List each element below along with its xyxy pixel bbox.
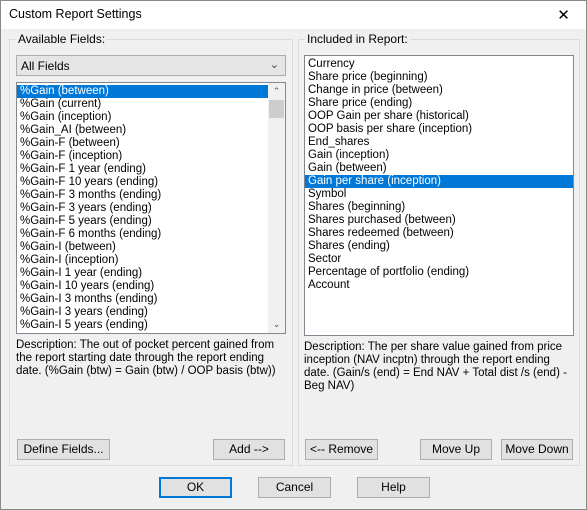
field-filter-dropdown[interactable]: All Fields ⌄ xyxy=(16,55,286,76)
list-item[interactable]: %Gain (inception) xyxy=(17,111,268,124)
move-down-button[interactable]: Move Down xyxy=(501,439,573,460)
list-item[interactable]: Gain per share (inception) xyxy=(305,175,573,188)
list-item[interactable]: %Gain-F 6 months (ending) xyxy=(17,228,268,241)
list-item[interactable]: Shares redeemed (between) xyxy=(305,227,573,240)
included-fields-label: Included in Report: xyxy=(305,32,410,46)
list-item[interactable]: %Gain-I 10 years (ending) xyxy=(17,280,268,293)
list-item[interactable]: Percentage of portfolio (ending) xyxy=(305,266,573,279)
chevron-down-icon: ⌄ xyxy=(269,59,279,71)
list-item[interactable]: Shares purchased (between) xyxy=(305,214,573,227)
add-button[interactable]: Add --> xyxy=(213,439,285,460)
move-up-button[interactable]: Move Up xyxy=(420,439,492,460)
list-item[interactable]: %Gain-I 3 years (ending) xyxy=(17,306,268,319)
list-item[interactable]: Gain (inception) xyxy=(305,149,573,162)
list-item[interactable]: %Gain-F 1 year (ending) xyxy=(17,163,268,176)
dialog-window: Custom Report Settings ✕ Available Field… xyxy=(0,0,587,510)
scroll-thumb[interactable] xyxy=(269,100,284,118)
list-item[interactable]: %Gain-F (inception) xyxy=(17,150,268,163)
list-item[interactable]: Symbol xyxy=(305,188,573,201)
window-title: Custom Report Settings xyxy=(9,7,142,21)
included-fields-list[interactable]: Currency Share price (beginning) Change in… xyxy=(304,55,574,336)
available-fields-label: Available Fields: xyxy=(16,32,108,46)
list-item[interactable]: Currency xyxy=(305,58,573,71)
define-fields-button[interactable]: Define Fields... xyxy=(17,439,110,460)
list-item[interactable]: %Gain_AI (between) xyxy=(17,124,268,137)
list-item[interactable]: %Gain-I 1 year (ending) xyxy=(17,267,268,280)
list-item[interactable]: OOP basis per share (inception) xyxy=(305,123,573,136)
remove-button[interactable]: <-- Remove xyxy=(305,439,378,460)
title-bar: Custom Report Settings ✕ xyxy=(1,1,586,29)
cancel-button[interactable]: Cancel xyxy=(258,477,331,498)
list-item[interactable]: Shares (ending) xyxy=(305,240,573,253)
list-item[interactable]: %Gain-F (between) xyxy=(17,137,268,150)
list-item[interactable]: Change in price (between) xyxy=(305,84,573,97)
available-field-description: Description: The out of pocket percent g… xyxy=(16,339,276,377)
list-item[interactable]: %Gain-I (inception) xyxy=(17,254,268,267)
scrollbar[interactable]: ⌃ ⌄ xyxy=(268,83,285,333)
list-item[interactable]: End_shares xyxy=(305,136,573,149)
list-item[interactable]: %Gain-F 10 years (ending) xyxy=(17,176,268,189)
list-item[interactable]: %Gain (current) xyxy=(17,98,268,111)
available-fields-list[interactable]: %Gain (between) %Gain (current) %Gain (inc… xyxy=(16,82,286,334)
list-item[interactable]: Account xyxy=(305,279,573,292)
list-item[interactable]: Sector xyxy=(305,253,573,266)
list-item[interactable]: %Gain-I (between) xyxy=(17,241,268,254)
ok-button[interactable]: OK xyxy=(159,477,232,498)
close-icon[interactable]: ✕ xyxy=(541,1,586,29)
scroll-down-icon[interactable]: ⌄ xyxy=(268,316,285,333)
list-item[interactable]: %Gain-F 5 years (ending) xyxy=(17,215,268,228)
list-item[interactable]: %Gain-I 5 years (ending) xyxy=(17,319,268,332)
included-field-description: Description: The per share value gained … xyxy=(304,341,567,392)
help-button[interactable]: Help xyxy=(357,477,430,498)
list-item[interactable]: %Gain-I 3 months (ending) xyxy=(17,293,268,306)
field-filter-value: All Fields xyxy=(21,59,70,73)
list-item[interactable]: Share price (ending) xyxy=(305,97,573,110)
list-item[interactable]: %Gain (between) xyxy=(17,85,268,98)
list-item[interactable]: Gain (between) xyxy=(305,162,573,175)
scroll-up-icon[interactable]: ⌃ xyxy=(268,83,285,100)
list-item[interactable]: Share price (beginning) xyxy=(305,71,573,84)
list-item[interactable]: OOP Gain per share (historical) xyxy=(305,110,573,123)
list-item[interactable]: %Gain-F 3 months (ending) xyxy=(17,189,268,202)
list-item[interactable]: %Gain-F 3 years (ending) xyxy=(17,202,268,215)
list-item[interactable]: Shares (beginning) xyxy=(305,201,573,214)
